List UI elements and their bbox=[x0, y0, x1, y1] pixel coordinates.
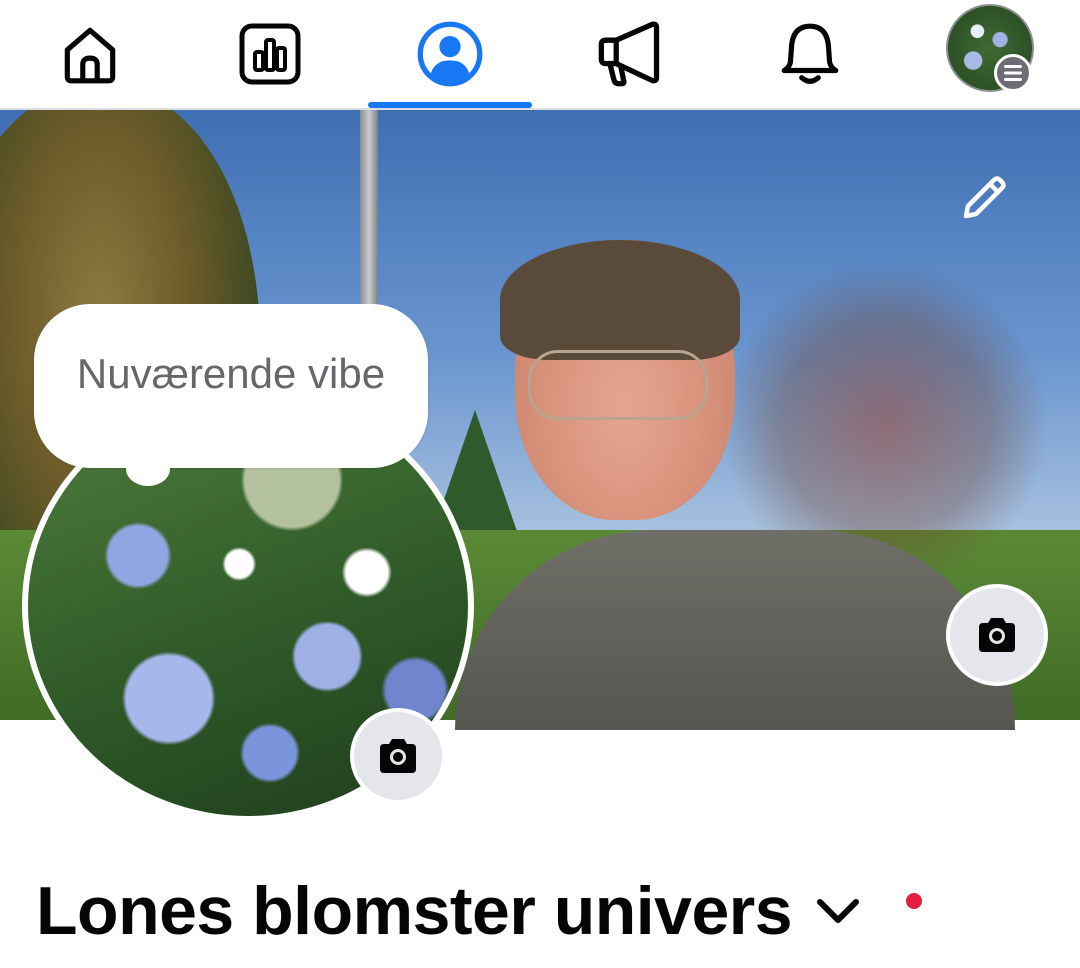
tab-notifications[interactable] bbox=[730, 0, 890, 108]
pencil-icon bbox=[963, 176, 1006, 219]
active-tab-indicator bbox=[368, 102, 532, 108]
tab-menu[interactable] bbox=[946, 4, 1034, 92]
tab-ads[interactable] bbox=[550, 0, 710, 108]
vibe-bubble-tail bbox=[126, 452, 170, 486]
camera-icon bbox=[380, 739, 416, 773]
notification-dot bbox=[906, 893, 922, 909]
current-vibe-bubble[interactable]: Nuværende vibe bbox=[34, 304, 428, 468]
change-cover-photo-button[interactable] bbox=[946, 584, 1048, 686]
top-tab-bar bbox=[0, 0, 1080, 110]
tab-profile[interactable] bbox=[370, 0, 530, 108]
change-profile-picture-button[interactable] bbox=[350, 708, 446, 804]
megaphone-icon bbox=[598, 21, 660, 87]
camera-icon bbox=[979, 618, 1015, 652]
menu-icon bbox=[994, 54, 1032, 92]
cover-person-glasses bbox=[528, 350, 708, 420]
page-title: Lones blomster univers bbox=[36, 873, 793, 949]
chevron-down-icon[interactable] bbox=[814, 896, 862, 926]
bar-chart-icon bbox=[239, 23, 301, 85]
tab-insights[interactable] bbox=[190, 0, 350, 108]
tab-home[interactable] bbox=[10, 0, 170, 108]
page-name-row[interactable]: Lones blomster univers bbox=[36, 866, 862, 956]
edit-cover-button[interactable] bbox=[952, 166, 1016, 230]
cover-person-hair bbox=[500, 240, 740, 360]
profile-icon bbox=[417, 21, 483, 87]
current-vibe-label: Nuværende vibe bbox=[76, 350, 386, 397]
cover-pole bbox=[360, 110, 378, 310]
bell-icon bbox=[781, 23, 839, 84]
home-icon bbox=[64, 27, 116, 84]
